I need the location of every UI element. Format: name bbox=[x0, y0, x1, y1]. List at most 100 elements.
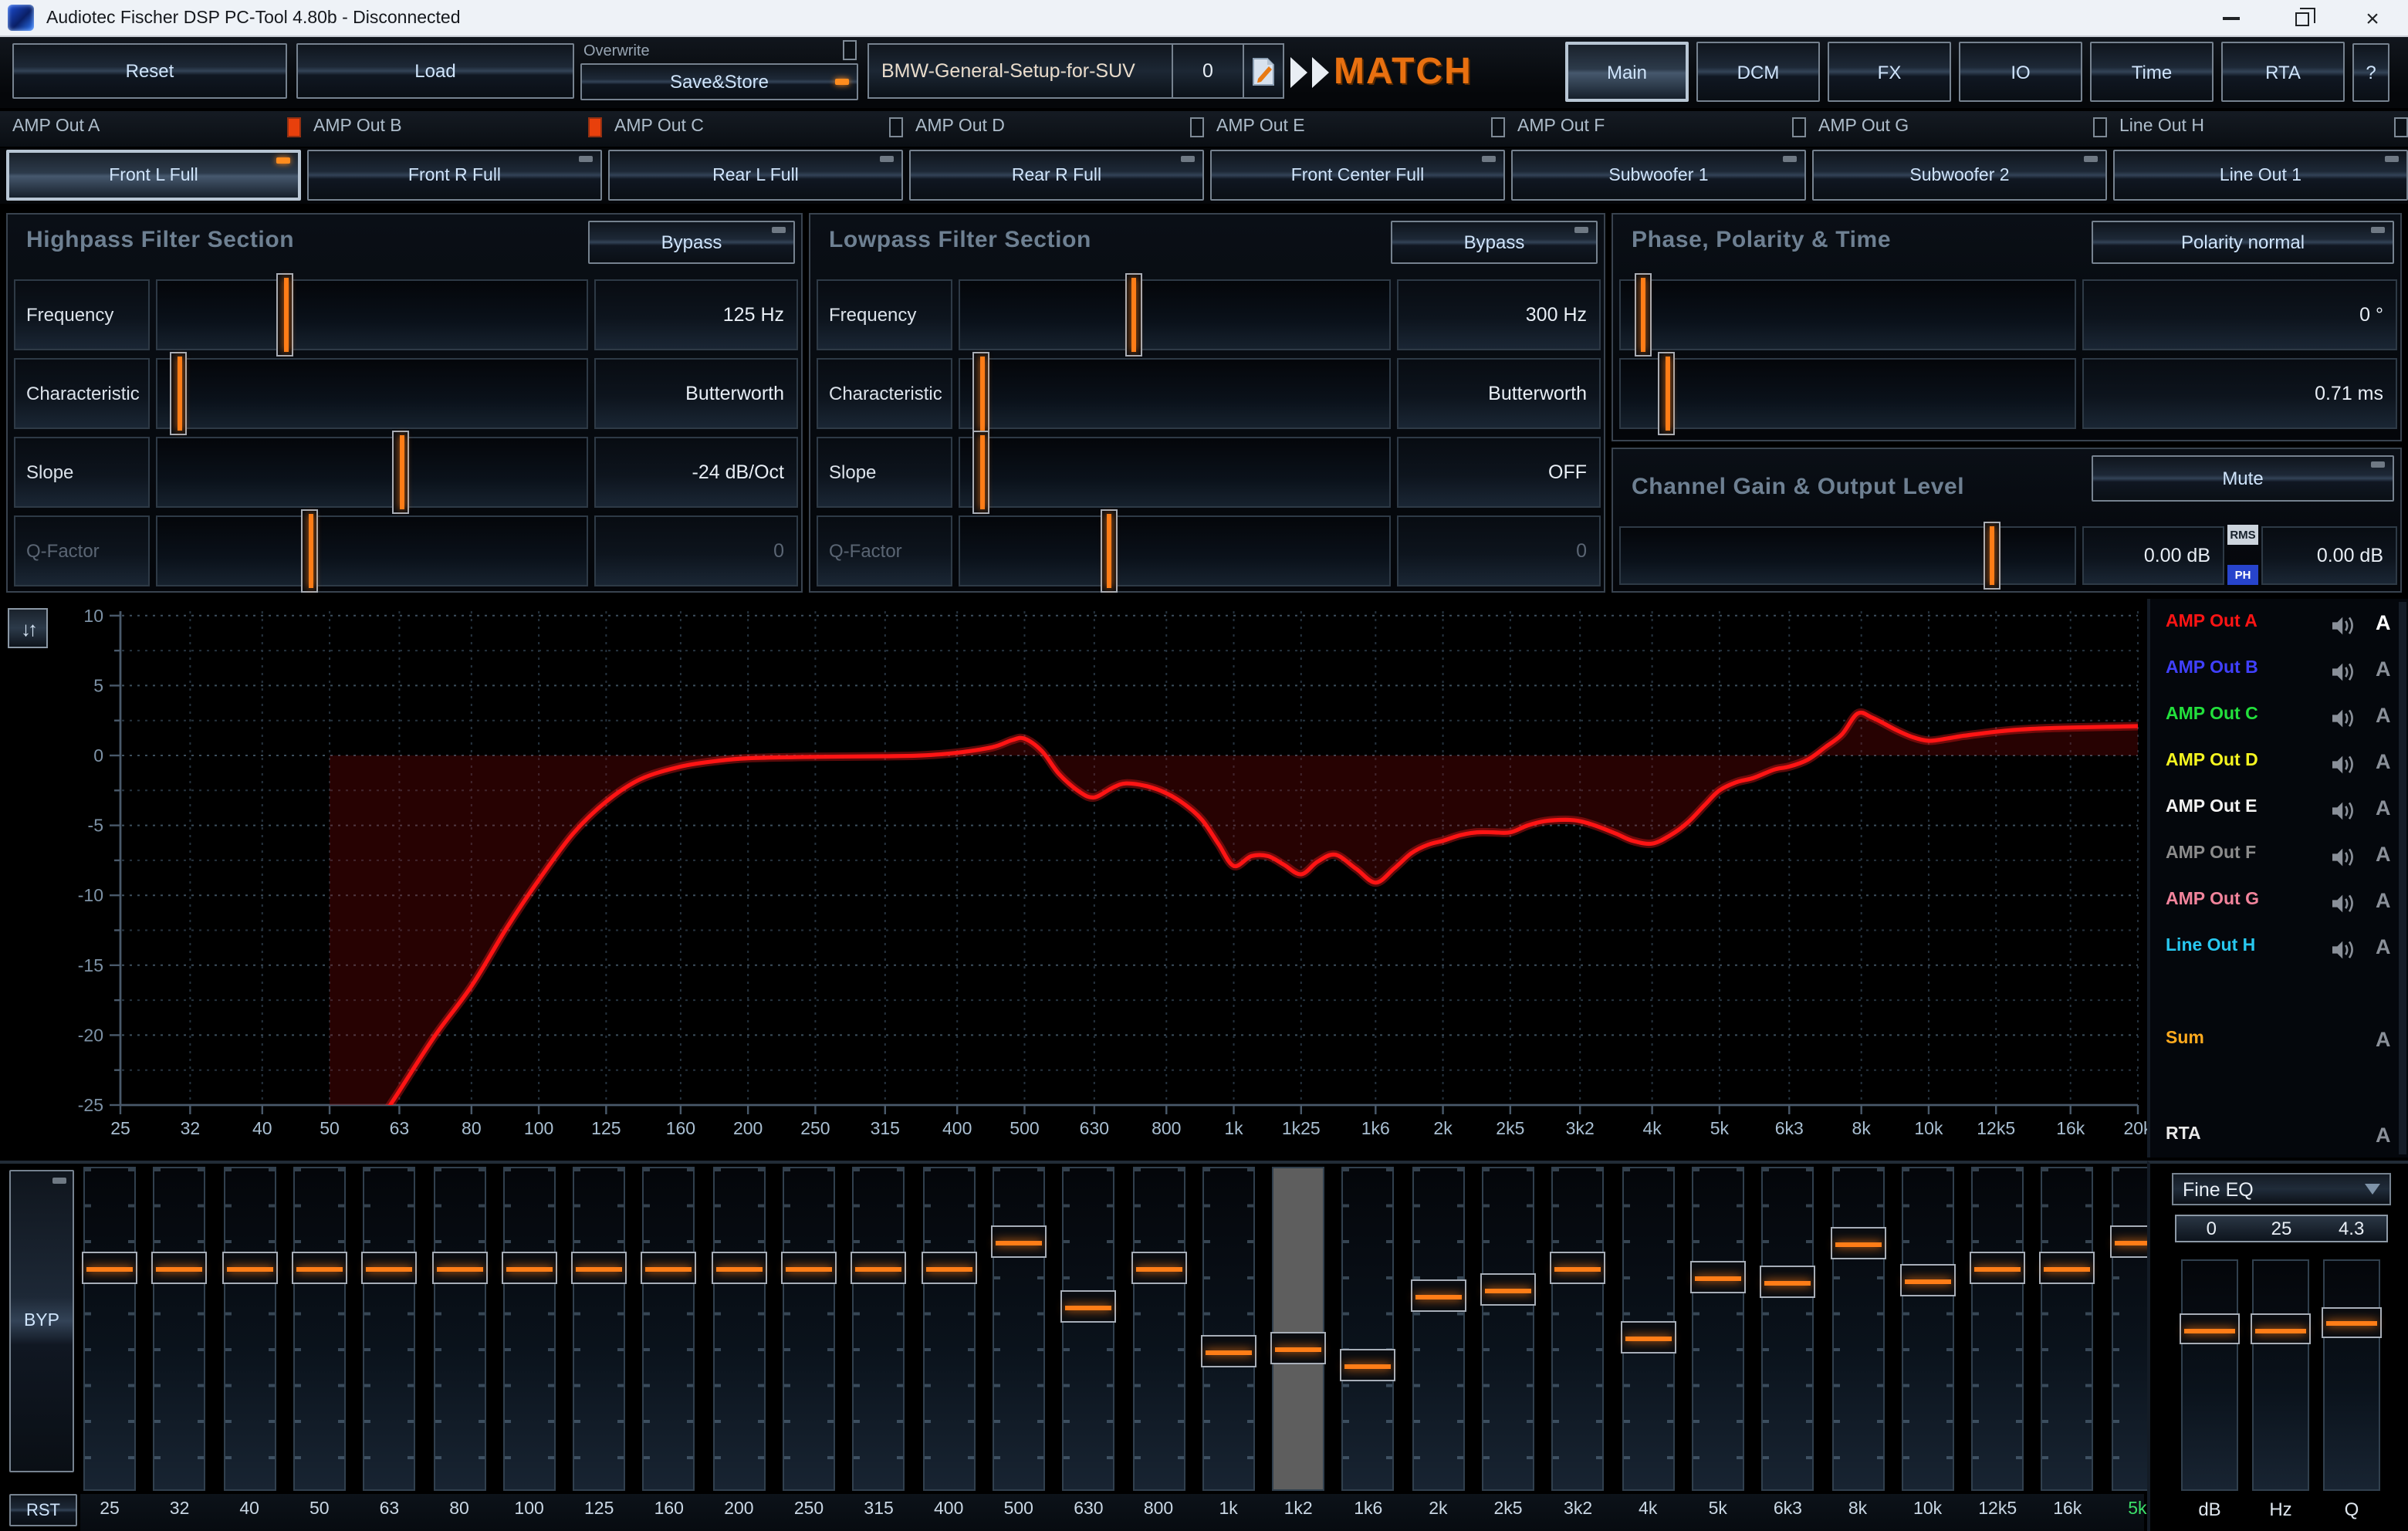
channel-button-rear-r-full[interactable]: Rear R Full bbox=[909, 150, 1204, 201]
mute-button[interactable]: Mute bbox=[2092, 455, 2394, 502]
eq-band-handle-200[interactable] bbox=[711, 1251, 766, 1283]
slider-track[interactable] bbox=[959, 358, 1391, 429]
eq-band-handle-500[interactable] bbox=[991, 1225, 1047, 1257]
fine-eq-handle-db[interactable] bbox=[2180, 1313, 2240, 1344]
slider-handle[interactable] bbox=[302, 509, 319, 593]
legend-channel-label[interactable]: AMP Out D bbox=[2166, 752, 2258, 770]
output-tab-3[interactable]: AMP Out C bbox=[614, 117, 704, 136]
channel-button-line-out-1[interactable]: Line Out 1 bbox=[2113, 150, 2408, 201]
eq-band-track-3k2[interactable] bbox=[1552, 1167, 1605, 1491]
solo-button[interactable]: A bbox=[2376, 1124, 2391, 1147]
time-slider-track[interactable] bbox=[1619, 358, 2076, 429]
speaker-icon[interactable] bbox=[2332, 662, 2356, 682]
eq-bypass-button[interactable]: BYP bbox=[9, 1170, 74, 1472]
graph-canvas[interactable]: 1050-5-10-15-20-252532405063801001251602… bbox=[0, 599, 2147, 1158]
legend-channel-label[interactable]: AMP Out F bbox=[2166, 844, 2256, 863]
eq-band-track-630[interactable] bbox=[1062, 1167, 1114, 1491]
channel-link-checkbox-3[interactable] bbox=[889, 117, 903, 137]
speaker-icon[interactable] bbox=[2332, 847, 2356, 867]
eq-band-track-800[interactable] bbox=[1132, 1167, 1185, 1491]
eq-band-track-315[interactable] bbox=[853, 1167, 905, 1491]
eq-band-handle-1k[interactable] bbox=[1201, 1334, 1256, 1367]
eq-band-track-1k6[interactable] bbox=[1342, 1167, 1395, 1491]
slider-track[interactable] bbox=[156, 437, 588, 508]
slider-track[interactable] bbox=[959, 279, 1391, 350]
eq-band-track-16k[interactable] bbox=[2041, 1167, 2094, 1491]
highpass-bypass-button[interactable]: Bypass bbox=[588, 221, 795, 264]
eq-band-track-12k5[interactable] bbox=[1971, 1167, 2024, 1491]
eq-band-handle-4k[interactable] bbox=[1620, 1320, 1676, 1353]
slider-track[interactable] bbox=[959, 437, 1391, 508]
reset-button[interactable]: Reset bbox=[12, 43, 287, 99]
eq-band-track-50[interactable] bbox=[293, 1167, 346, 1491]
output-tab-5[interactable]: AMP Out E bbox=[1216, 117, 1305, 136]
eq-band-handle-12k5[interactable] bbox=[1970, 1251, 2025, 1283]
eq-band-handle-100[interactable] bbox=[502, 1251, 557, 1283]
restore-button[interactable] bbox=[2266, 0, 2337, 37]
eq-band-track-10k[interactable] bbox=[1902, 1167, 1954, 1491]
solo-button[interactable]: A bbox=[2376, 843, 2391, 866]
channel-button-front-r-full[interactable]: Front R Full bbox=[307, 150, 602, 201]
speaker-icon[interactable] bbox=[2332, 616, 2356, 636]
eq-band-track-125[interactable] bbox=[573, 1167, 625, 1491]
eq-band-handle-1k6[interactable] bbox=[1341, 1349, 1396, 1381]
fine-eq-handle-q[interactable] bbox=[2322, 1306, 2382, 1337]
output-tab-4[interactable]: AMP Out D bbox=[915, 117, 1005, 136]
eq-band-handle-50[interactable] bbox=[292, 1251, 347, 1283]
eq-reset-button[interactable]: RST bbox=[9, 1494, 77, 1526]
channel-link-checkbox-7[interactable] bbox=[2093, 117, 2107, 137]
nav-tab-time[interactable]: Time bbox=[2090, 42, 2214, 102]
eq-band-track-500[interactable] bbox=[993, 1167, 1045, 1491]
output-tab-1[interactable]: AMP Out A bbox=[12, 117, 100, 136]
eq-band-track-250[interactable] bbox=[783, 1167, 835, 1491]
slider-track[interactable] bbox=[959, 515, 1391, 586]
eq-band-track-1k[interactable] bbox=[1202, 1167, 1255, 1491]
nav-tab-rta[interactable]: RTA bbox=[2221, 42, 2345, 102]
legend-channel-label[interactable]: AMP Out C bbox=[2166, 705, 2258, 724]
load-button[interactable]: Load bbox=[296, 43, 574, 99]
speaker-icon[interactable] bbox=[2332, 755, 2356, 775]
nav-tab-dcm[interactable]: DCM bbox=[1696, 42, 1820, 102]
eq-band-track-8k[interactable] bbox=[1831, 1167, 1884, 1491]
eq-band-handle-6k3[interactable] bbox=[1760, 1266, 1815, 1298]
eq-band-track-2k[interactable] bbox=[1412, 1167, 1464, 1491]
solo-button[interactable]: A bbox=[2376, 611, 2391, 634]
legend-channel-label[interactable]: AMP Out E bbox=[2166, 798, 2257, 816]
eq-band-handle-160[interactable] bbox=[641, 1251, 697, 1283]
channel-button-front-l-full[interactable]: Front L Full bbox=[6, 150, 301, 201]
eq-band-track-2k5[interactable] bbox=[1482, 1167, 1534, 1491]
eq-band-track-5k[interactable] bbox=[1692, 1167, 1744, 1491]
eq-band-handle-8k[interactable] bbox=[1830, 1227, 1885, 1259]
slider-handle[interactable] bbox=[392, 431, 409, 514]
nav-tab-fx[interactable]: FX bbox=[1828, 42, 1951, 102]
channel-link-checkbox-2[interactable] bbox=[588, 117, 602, 137]
gain-slider-track[interactable] bbox=[1619, 526, 2076, 585]
eq-band-handle-10k[interactable] bbox=[1900, 1265, 1956, 1297]
solo-button[interactable]: A bbox=[2376, 750, 2391, 773]
slider-handle[interactable] bbox=[1101, 509, 1118, 593]
graph-zoom-icon[interactable]: ↓↑ bbox=[8, 608, 48, 648]
channel-button-rear-l-full[interactable]: Rear L Full bbox=[608, 150, 903, 201]
overwrite-checkbox[interactable] bbox=[843, 40, 857, 60]
eq-band-handle-2k[interactable] bbox=[1410, 1279, 1466, 1312]
ph-badge[interactable]: PH bbox=[2227, 565, 2258, 585]
lowpass-bypass-button[interactable]: Bypass bbox=[1391, 221, 1598, 264]
eq-band-handle-5k[interactable] bbox=[1690, 1260, 1746, 1293]
solo-button[interactable]: A bbox=[2376, 1028, 2391, 1051]
eq-band-handle-125[interactable] bbox=[571, 1251, 627, 1283]
phase-slider-track[interactable] bbox=[1619, 279, 2076, 350]
channel-link-checkbox-1[interactable] bbox=[287, 117, 301, 137]
slider-handle[interactable] bbox=[972, 352, 989, 435]
channel-button-front-center-full[interactable]: Front Center Full bbox=[1210, 150, 1505, 201]
solo-button[interactable]: A bbox=[2376, 935, 2391, 958]
eq-band-track-80[interactable] bbox=[433, 1167, 485, 1491]
minimize-button[interactable] bbox=[2195, 0, 2266, 37]
speaker-icon[interactable] bbox=[2332, 940, 2356, 960]
eq-band-handle-3k2[interactable] bbox=[1551, 1251, 1606, 1283]
setup-name-field[interactable]: BMW-General-Setup-for-SUV bbox=[867, 43, 1173, 99]
fine-eq-track-q[interactable] bbox=[2323, 1259, 2380, 1491]
eq-band-handle-2k5[interactable] bbox=[1480, 1272, 1536, 1305]
setup-count-field[interactable]: 0 bbox=[1173, 43, 1244, 99]
eq-band-handle-80[interactable] bbox=[431, 1251, 487, 1283]
speaker-icon[interactable] bbox=[2332, 894, 2356, 914]
